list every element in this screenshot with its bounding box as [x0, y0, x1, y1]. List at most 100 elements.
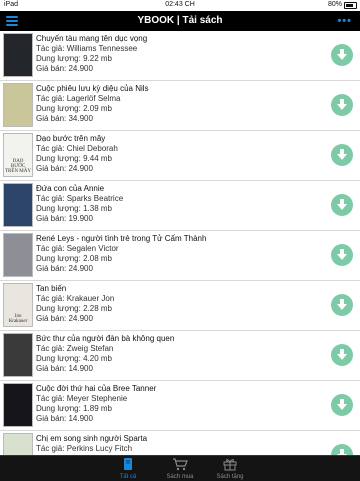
book-cover[interactable]	[3, 383, 33, 427]
book-size: Dung lượng: 4.20 mb	[36, 354, 326, 364]
download-arrow-icon	[337, 249, 347, 260]
download-arrow-icon	[337, 199, 347, 210]
author-value: Williams Tennessee	[66, 44, 138, 53]
author-label: Tác giả:	[36, 44, 67, 53]
book-size: Dung lượng: 2.09 mb	[36, 104, 326, 114]
author-value: Meyer Stephenie	[66, 394, 128, 403]
book-price: Giá bán: 14.900	[36, 414, 326, 424]
price-value: 14.900	[68, 414, 93, 423]
book-cover[interactable]	[3, 433, 33, 455]
download-arrow-icon	[337, 399, 347, 410]
download-button[interactable]	[331, 444, 353, 455]
book-cover[interactable]	[3, 33, 33, 77]
size-label: Dung lượng:	[36, 254, 84, 263]
size-value: 2.08 mb	[83, 254, 112, 263]
book-cover[interactable]: DẠO BƯỚC TRÊN MÂY	[3, 133, 33, 177]
price-value: 34.900	[68, 114, 93, 123]
size-label: Dung lượng:	[36, 154, 84, 163]
book-info: René Leys - người tình trẻ trong Tử Cấm …	[36, 233, 326, 274]
book-title[interactable]: Tan biến	[36, 283, 326, 294]
book-title[interactable]: René Leys - người tình trẻ trong Tử Cấm …	[36, 233, 326, 244]
book-title[interactable]: Cuộc phiêu lưu kỳ diệu của Nils	[36, 83, 326, 94]
book-price: Giá bán: 24.900	[36, 264, 326, 274]
download-button[interactable]	[331, 244, 353, 266]
battery-icon	[344, 2, 357, 9]
book-row[interactable]: Bức thư của người đàn bà không quen Tác …	[0, 331, 360, 381]
size-value: 4.20 mb	[83, 354, 112, 363]
author-label: Tác giả:	[36, 444, 67, 453]
size-label: Dung lượng:	[36, 104, 84, 113]
book-price: Giá bán: 19.900	[36, 214, 326, 224]
book-row[interactable]: DẠO BƯỚC TRÊN MÂY Dạo bước trên mây Tác …	[0, 131, 360, 181]
book-title[interactable]: Chuyến tàu mang tên dục vọng	[36, 33, 326, 44]
download-arrow-icon	[337, 299, 347, 310]
book-info: Chuyến tàu mang tên dục vọng Tác giả: Wi…	[36, 33, 326, 74]
book-author: Tác giả: Perkins Lucy Fitch	[36, 444, 326, 454]
download-button[interactable]	[331, 394, 353, 416]
download-button[interactable]	[331, 194, 353, 216]
book-price: Giá bán: 24.900	[36, 164, 326, 174]
download-button[interactable]	[331, 144, 353, 166]
book-cover[interactable]	[3, 233, 33, 277]
author-value: Perkins Lucy Fitch	[66, 444, 133, 453]
more-icon[interactable]: •••	[337, 15, 352, 27]
book-row[interactable]: Jon Krakauer Tan biến Tác giả: Krakauer …	[0, 281, 360, 331]
book-price: Giá bán: 24.900	[36, 64, 326, 74]
book-cover[interactable]	[3, 83, 33, 127]
download-button[interactable]	[331, 44, 353, 66]
download-button[interactable]	[331, 294, 353, 316]
size-value: 1.38 mb	[83, 204, 112, 213]
download-button[interactable]	[331, 344, 353, 366]
tab-bar: Tất cả Sách mua Sách tặng	[0, 455, 360, 481]
book-price: Giá bán: 14.900	[36, 364, 326, 374]
book-title[interactable]: Cuộc đời thứ hai của Bree Tanner	[36, 383, 326, 394]
author-value: Zweig Stefan	[66, 344, 114, 353]
download-arrow-icon	[337, 149, 347, 160]
battery-percent: 80%	[327, 1, 342, 8]
book-size: Dung lượng: 2.08 mb	[36, 254, 326, 264]
download-arrow-icon	[337, 449, 347, 455]
tab-label: Sách tặng	[216, 474, 244, 480]
book-title[interactable]: Đứa con của Annie	[36, 183, 326, 194]
book-author: Tác giả: Segalen Victor	[36, 244, 326, 254]
size-value: 1.89 mb	[83, 404, 112, 413]
book-title[interactable]: Bức thư của người đàn bà không quen	[36, 333, 326, 344]
download-button[interactable]	[331, 94, 353, 116]
author-value: Krakauer Jon	[66, 294, 115, 303]
book-info: Tan biến Tác giả: Krakauer Jon Dung lượn…	[36, 283, 326, 324]
size-label: Dung lượng:	[36, 54, 84, 63]
book-cover[interactable]	[3, 183, 33, 227]
book-row[interactable]: Cuộc phiêu lưu kỳ diệu của Nils Tác giả:…	[0, 81, 360, 131]
price-value: 24.900	[68, 264, 93, 273]
price-value: 24.900	[68, 314, 93, 323]
cover-text: DẠO BƯỚC TRÊN MÂY	[5, 159, 31, 174]
book-title[interactable]: Dạo bước trên mây	[36, 133, 326, 144]
book-row[interactable]: René Leys - người tình trẻ trong Tử Cấm …	[0, 231, 360, 281]
size-value: 9.22 mb	[83, 54, 112, 63]
book-info: Cuộc phiêu lưu kỳ diệu của Nils Tác giả:…	[36, 83, 326, 124]
book-info: Đứa con của Annie Tác giả: Sparks Beatri…	[36, 183, 326, 224]
download-arrow-icon	[337, 99, 347, 110]
author-value: Chiel Deborah	[66, 144, 118, 153]
book-author: Tác giả: Meyer Stephenie	[36, 394, 326, 404]
book-title[interactable]: Chị em song sinh người Sparta	[36, 433, 326, 444]
book-row[interactable]: Chuyến tàu mang tên dục vọng Tác giả: Wi…	[0, 31, 360, 81]
tab-gifted[interactable]: Sách tặng	[200, 456, 260, 481]
price-value: 14.900	[68, 364, 93, 373]
author-label: Tác giả:	[36, 144, 67, 153]
book-cover[interactable]	[3, 333, 33, 377]
book-row[interactable]: Cuộc đời thứ hai của Bree Tanner Tác giả…	[0, 381, 360, 431]
book-size: Dung lượng: 9.22 mb	[36, 54, 326, 64]
download-arrow-icon	[337, 349, 347, 360]
size-label: Dung lượng:	[36, 404, 84, 413]
book-size: Dung lượng: 9.44 mb	[36, 154, 326, 164]
book-row[interactable]: Chị em song sinh người Sparta Tác giả: P…	[0, 431, 360, 455]
book-cover[interactable]: Jon Krakauer	[3, 283, 33, 327]
tab-all[interactable]: Tất cả	[98, 456, 158, 481]
size-label: Dung lượng:	[36, 304, 84, 313]
book-list[interactable]: Chuyến tàu mang tên dục vọng Tác giả: Wi…	[0, 31, 360, 455]
nav-bar: YBOOK | Tải sách •••	[0, 11, 360, 31]
book-price: Giá bán: 24.900	[36, 314, 326, 324]
book-row[interactable]: Đứa con của Annie Tác giả: Sparks Beatri…	[0, 181, 360, 231]
size-label: Dung lượng:	[36, 354, 84, 363]
